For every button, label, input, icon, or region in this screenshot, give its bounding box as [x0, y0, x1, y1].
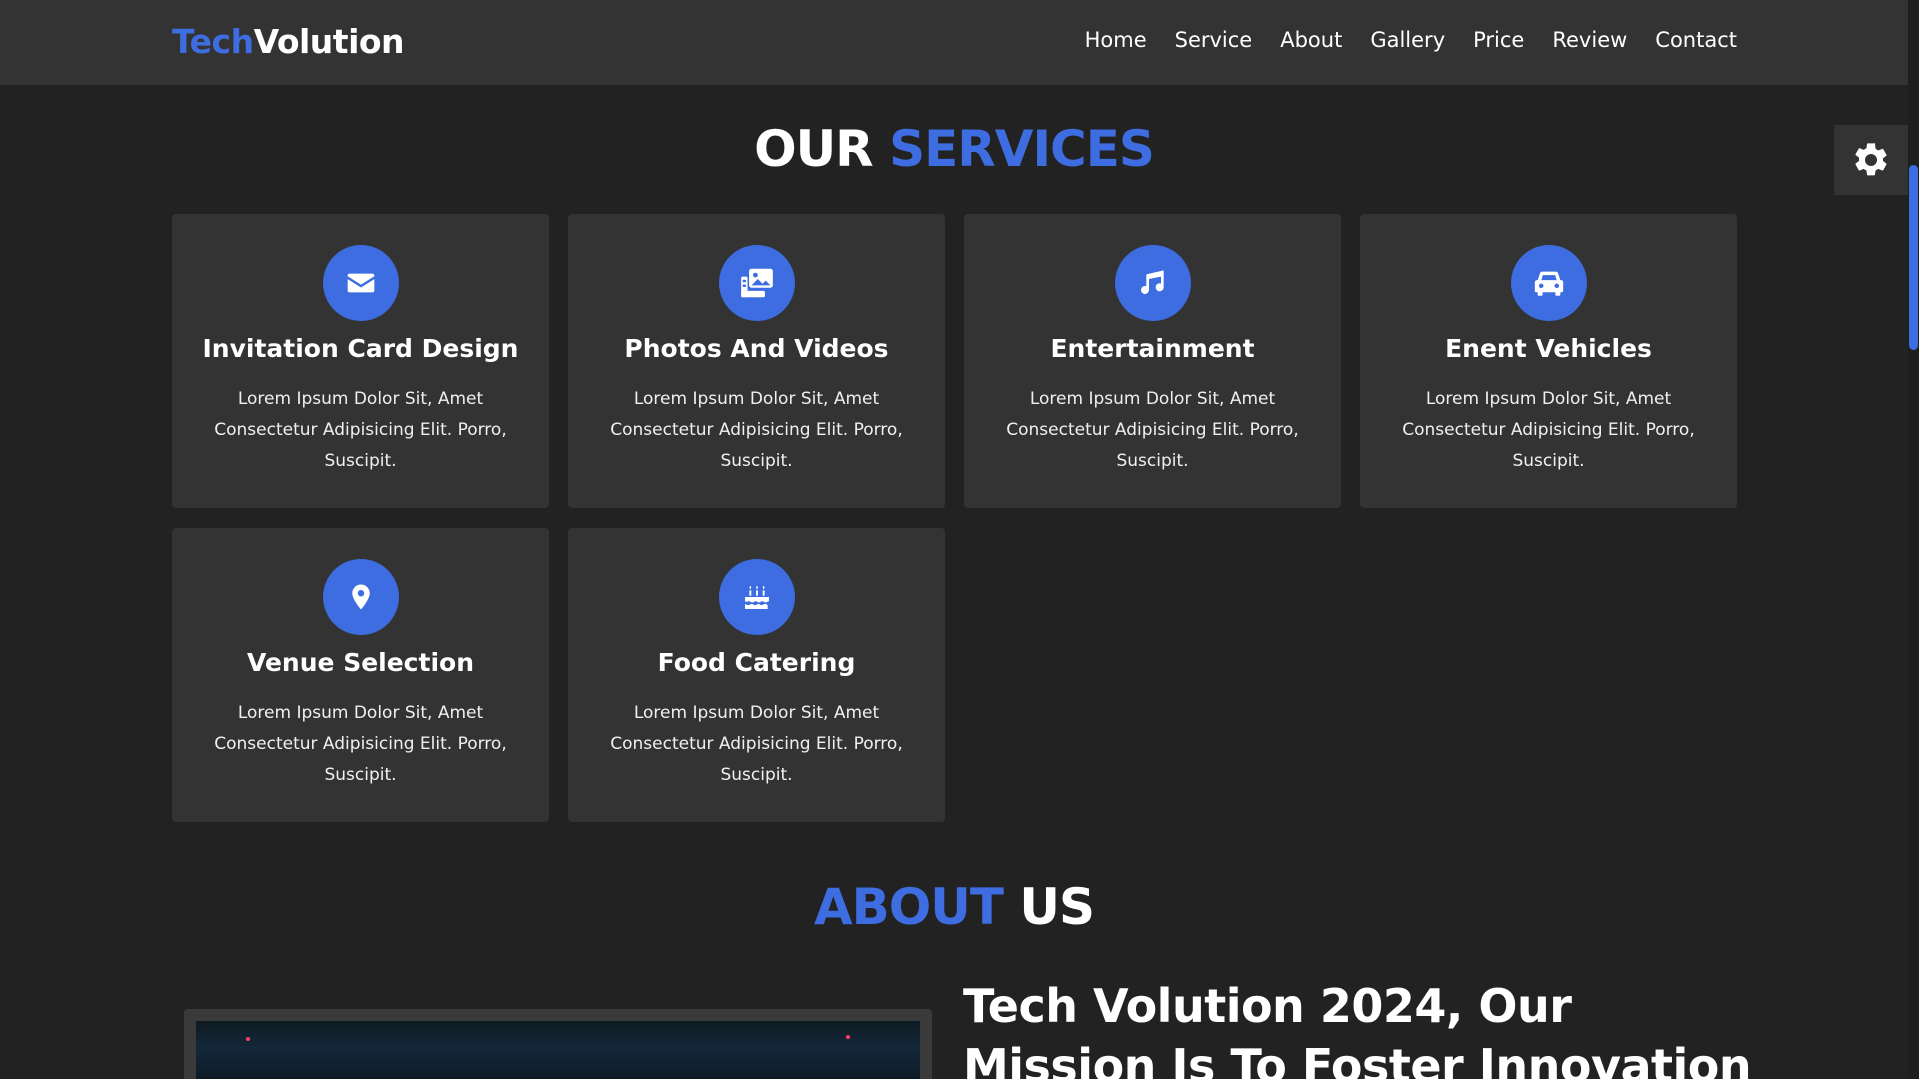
service-card-invitation[interactable]: Invitation Card Design Lorem Ipsum Dolor…: [172, 214, 549, 508]
card-text: Lorem Ipsum Dolor Sit, Amet Consectetur …: [610, 389, 903, 471]
card-icon-circle: [1511, 245, 1587, 321]
logo-main: Volution: [253, 22, 405, 61]
nav-contact[interactable]: Contact: [1655, 28, 1737, 52]
nav-service[interactable]: Service: [1175, 28, 1253, 52]
about-title-part2: US: [1019, 878, 1095, 936]
card-icon-circle: [323, 245, 399, 321]
card-title: Venue Selection: [247, 648, 474, 677]
services-title-part2: SERVICES: [889, 120, 1155, 178]
logo[interactable]: TechVolution: [172, 22, 405, 61]
about-heading: Tech Volution 2024, Our Mission Is To Fo…: [963, 979, 1752, 1079]
about-title: ABOUT US: [0, 878, 1908, 936]
services-title-part1: OUR: [754, 120, 874, 178]
card-icon-circle: [1115, 245, 1191, 321]
nav-home[interactable]: Home: [1085, 28, 1147, 52]
header: TechVolution Home Service About Gallery …: [0, 0, 1908, 85]
service-card-entertainment[interactable]: Entertainment Lorem Ipsum Dolor Sit, Ame…: [964, 214, 1341, 508]
about-image: [196, 1021, 920, 1079]
scrollbar-track[interactable]: [1908, 0, 1919, 1079]
logo-accent: Tech: [172, 22, 254, 61]
card-title: Invitation Card Design: [202, 334, 519, 363]
services-title: OUR SERVICES: [0, 120, 1908, 178]
service-card-photos[interactable]: Photos And Videos Lorem Ipsum Dolor Sit,…: [568, 214, 945, 508]
stage-light: [846, 1035, 850, 1039]
photos-icon: [741, 268, 773, 298]
main-nav: Home Service About Gallery Price Review …: [1085, 28, 1737, 52]
card-text: Lorem Ipsum Dolor Sit, Amet Consectetur …: [214, 389, 507, 471]
car-icon: [1534, 271, 1564, 296]
card-text: Lorem Ipsum Dolor Sit, Amet Consectetur …: [1006, 389, 1299, 471]
card-icon-circle: [719, 245, 795, 321]
card-title: Enent Vehicles: [1445, 334, 1652, 363]
card-title: Food Catering: [657, 648, 856, 677]
card-title: Photos And Videos: [624, 334, 889, 363]
card-text: Lorem Ipsum Dolor Sit, Amet Consectetur …: [610, 703, 903, 785]
card-icon-circle: [323, 559, 399, 635]
about-image-frame: [184, 1009, 932, 1079]
nav-review[interactable]: Review: [1552, 28, 1627, 52]
about-title-part1: ABOUT: [813, 878, 1004, 936]
stage-light: [246, 1037, 250, 1041]
envelope-icon: [347, 273, 375, 293]
nav-gallery[interactable]: Gallery: [1370, 28, 1445, 52]
music-icon: [1141, 270, 1164, 294]
nav-about[interactable]: About: [1280, 28, 1342, 52]
page: TechVolution Home Service About Gallery …: [0, 0, 1919, 1079]
service-card-vehicles[interactable]: Enent Vehicles Lorem Ipsum Dolor Sit, Am…: [1360, 214, 1737, 508]
birthday-cake-icon: [745, 585, 769, 609]
map-marker-icon: [352, 584, 370, 610]
card-icon-circle: [719, 559, 795, 635]
scrollbar-thumb[interactable]: [1909, 165, 1918, 350]
card-title: Entertainment: [1050, 334, 1255, 363]
card-text: Lorem Ipsum Dolor Sit, Amet Consectetur …: [214, 703, 507, 785]
service-card-venue[interactable]: Venue Selection Lorem Ipsum Dolor Sit, A…: [172, 528, 549, 822]
service-card-catering[interactable]: Food Catering Lorem Ipsum Dolor Sit, Ame…: [568, 528, 945, 822]
nav-price[interactable]: Price: [1473, 28, 1524, 52]
card-text: Lorem Ipsum Dolor Sit, Amet Consectetur …: [1402, 389, 1695, 471]
